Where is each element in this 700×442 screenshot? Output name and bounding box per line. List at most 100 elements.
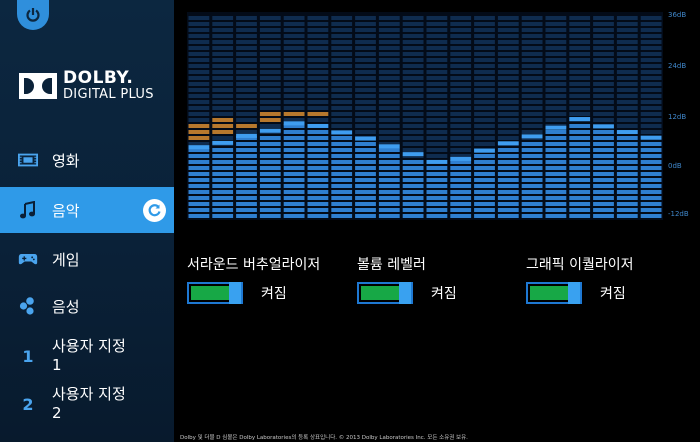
- eq-segment: [593, 136, 614, 140]
- volume-leveler-toggle[interactable]: [357, 282, 413, 304]
- eq-segment: [212, 202, 234, 206]
- eq-segment: [616, 82, 638, 86]
- eq-band-handle[interactable]: [402, 152, 424, 157]
- logo-wordmark: DOLBY.: [63, 68, 134, 88]
- eq-segment: [640, 106, 662, 110]
- eq-segment: [497, 166, 519, 170]
- eq-segment: [474, 16, 495, 20]
- eq-segment: [307, 46, 329, 50]
- eq-segment: [521, 118, 543, 122]
- surround-virtualizer-toggle[interactable]: [187, 282, 243, 304]
- eq-segment: [259, 118, 281, 122]
- eq-band-handle[interactable]: [212, 140, 234, 145]
- eq-band-handle[interactable]: [331, 130, 353, 135]
- eq-band-handle[interactable]: [355, 136, 376, 141]
- dolby-logo: DOLBY. DIGITAL PLUS: [19, 70, 154, 101]
- eq-segment: [474, 22, 495, 26]
- eq-segment: [474, 70, 495, 74]
- eq-segment: [569, 124, 591, 128]
- eq-segment: [188, 202, 210, 206]
- power-button[interactable]: [17, 0, 49, 30]
- eq-segment: [521, 124, 543, 128]
- eq-band-handle[interactable]: [236, 133, 257, 138]
- eq-band-handle[interactable]: [378, 144, 400, 149]
- eq-segment: [593, 112, 614, 116]
- eq-segment: [521, 160, 543, 164]
- toggle-knob: [399, 282, 411, 304]
- eq-segment: [236, 160, 257, 164]
- eq-band-handle[interactable]: [450, 156, 472, 161]
- eq-segment: [450, 52, 472, 56]
- eq-segment: [426, 64, 448, 68]
- eq-segment: [426, 202, 448, 206]
- eq-segment: [426, 148, 448, 152]
- eq-segment: [212, 136, 234, 140]
- eq-segment: [212, 130, 234, 134]
- eq-segment: [307, 208, 329, 212]
- eq-segment: [307, 184, 329, 188]
- eq-segment: [259, 178, 281, 182]
- eq-segment: [212, 124, 234, 128]
- eq-segment: [188, 16, 210, 20]
- eq-segment: [236, 130, 257, 134]
- eq-band-handle[interactable]: [616, 130, 638, 135]
- eq-band-handle[interactable]: [640, 135, 662, 140]
- eq-band-handle[interactable]: [545, 125, 567, 130]
- equalizer-bars[interactable]: [187, 12, 663, 220]
- eq-segment: [521, 40, 543, 44]
- eq-segment: [212, 112, 234, 116]
- eq-segment: [474, 118, 495, 122]
- graphic-equalizer-toggle[interactable]: [526, 282, 582, 304]
- eq-segment: [307, 58, 329, 62]
- eq-band-handle[interactable]: [188, 145, 210, 150]
- eq-segment: [259, 196, 281, 200]
- eq-segment: [497, 28, 519, 32]
- nav-label-custom-2: 사용자 지정 2: [52, 385, 126, 422]
- eq-band-handle[interactable]: [307, 123, 329, 128]
- eq-segment: [569, 196, 591, 200]
- eq-segment: [497, 118, 519, 122]
- eq-band-handle[interactable]: [474, 148, 495, 153]
- eq-segment: [593, 16, 614, 20]
- eq-segment: [402, 58, 424, 62]
- eq-band-handle[interactable]: [497, 141, 519, 146]
- eq-segment: [450, 82, 472, 86]
- eq-segment: [569, 136, 591, 140]
- eq-band-handle[interactable]: [426, 159, 448, 164]
- eq-segment: [497, 130, 519, 134]
- eq-segment: [188, 190, 210, 194]
- eq-segment: [569, 172, 591, 176]
- eq-segment: [593, 28, 614, 32]
- eq-segment: [497, 34, 519, 38]
- eq-segment: [497, 154, 519, 158]
- eq-segment: [307, 88, 329, 92]
- eq-segment: [355, 166, 376, 170]
- eq-band-handle[interactable]: [259, 128, 281, 133]
- eq-segment: [640, 196, 662, 200]
- eq-band-handle[interactable]: [569, 117, 591, 122]
- nav-label-movie: 영화: [52, 151, 80, 170]
- eq-segment: [402, 208, 424, 212]
- eq-segment: [236, 64, 257, 68]
- eq-segment: [378, 118, 400, 122]
- eq-segment: [616, 16, 638, 20]
- eq-band-handle[interactable]: [593, 124, 614, 129]
- nav-item-custom-2[interactable]: 2 사용자 지정 2: [0, 381, 174, 427]
- nav-item-voice[interactable]: 음성: [0, 283, 174, 329]
- eq-segment: [569, 94, 591, 98]
- nav-item-game[interactable]: 게임: [0, 236, 174, 282]
- nav-item-music[interactable]: 음악: [0, 187, 174, 233]
- eq-segment: [521, 184, 543, 188]
- nav-item-custom-1[interactable]: 1 사용자 지정 1: [0, 333, 174, 379]
- eq-segment: [545, 58, 567, 62]
- eq-segment: [259, 166, 281, 170]
- eq-segment: [355, 34, 376, 38]
- eq-band-handle[interactable]: [283, 121, 305, 126]
- eq-band-handle[interactable]: [521, 134, 543, 139]
- graphic-equalizer[interactable]: [187, 12, 663, 220]
- eq-segment: [474, 202, 495, 206]
- nav-item-movie[interactable]: 영화: [0, 137, 174, 183]
- eq-segment: [283, 28, 305, 32]
- eq-segment: [378, 184, 400, 188]
- reset-button[interactable]: [143, 199, 166, 222]
